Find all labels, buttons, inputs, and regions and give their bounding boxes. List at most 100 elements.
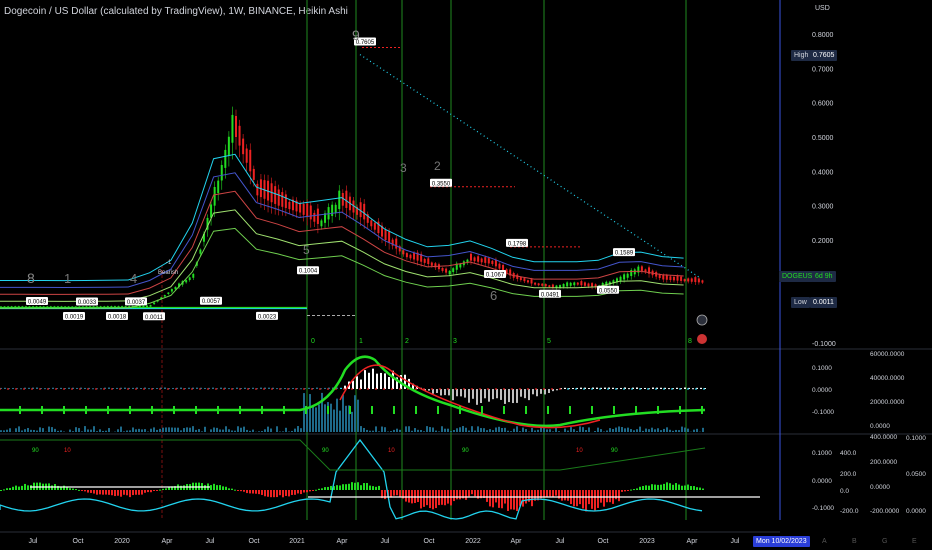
chart-annotation: 5 <box>303 243 310 257</box>
osc2-bar <box>495 490 497 503</box>
candle <box>491 260 494 265</box>
osc1-bar <box>440 389 442 396</box>
osc1-bar <box>220 387 222 389</box>
candle <box>103 306 106 308</box>
volume-bar <box>246 429 248 432</box>
osc1-left-tick: 0.1000 <box>812 365 832 372</box>
volume-bar <box>177 427 179 432</box>
osc1-bar <box>356 376 358 389</box>
volume-bar <box>57 430 59 432</box>
volume-bar <box>531 427 533 432</box>
osc1-bar <box>116 387 118 389</box>
candle <box>288 201 291 210</box>
osc2-bar <box>120 490 122 497</box>
bolt-icon[interactable] <box>696 314 708 326</box>
candle <box>626 273 629 278</box>
candle <box>548 285 551 287</box>
candle <box>487 258 490 264</box>
candle <box>42 306 45 308</box>
candle <box>473 257 476 262</box>
osc1-zero-dot <box>207 388 209 390</box>
candle <box>238 125 241 146</box>
volume-bar <box>381 426 383 432</box>
osc1-bar <box>700 387 702 389</box>
candle <box>320 220 323 227</box>
osc2-bar <box>552 490 554 498</box>
osc2-bar <box>249 490 251 494</box>
osc1-bar <box>68 387 70 389</box>
osc2-bar <box>633 489 635 491</box>
osc1-zero-dot <box>247 388 249 390</box>
volume-bar <box>696 428 698 432</box>
osc1-bar <box>284 387 286 389</box>
x-tick: Oct <box>249 538 260 545</box>
osc2-bar <box>297 490 299 494</box>
volume-bar <box>42 428 44 432</box>
osc1-zero-dot <box>671 388 673 390</box>
osc2-bar <box>678 484 680 490</box>
volume-bar <box>654 429 656 432</box>
osc2-bar <box>27 485 29 490</box>
candle <box>60 306 63 308</box>
candle <box>384 229 387 240</box>
osc1-bar <box>452 389 454 401</box>
osc2-bar <box>666 482 668 490</box>
candle <box>235 115 237 137</box>
osc2-bar <box>423 490 425 507</box>
cycle-mark: 2 <box>405 338 409 345</box>
volume-bar <box>453 430 455 432</box>
volume-bar <box>609 428 611 432</box>
osc1-bar <box>148 388 150 390</box>
osc2-bar <box>108 490 110 495</box>
volume-bar <box>495 427 497 432</box>
osc1-zero-dot <box>439 388 441 390</box>
cycle-mark: 1 <box>359 338 363 345</box>
volume-bar <box>384 427 386 432</box>
osc2-marker: 10 <box>388 448 395 454</box>
osc2-bar <box>24 483 26 490</box>
flag-icon[interactable] <box>697 334 707 344</box>
osc2-bar <box>90 490 92 493</box>
volume-bar <box>537 429 539 432</box>
osc2-bar <box>408 490 410 503</box>
volume-bar <box>414 428 416 432</box>
osc2-bar <box>417 490 419 503</box>
osc2-bar <box>651 484 653 490</box>
volume-bar <box>90 429 92 432</box>
candle <box>413 252 416 260</box>
volume-bar <box>375 426 377 432</box>
osc1-zero-dot <box>231 388 233 390</box>
osc1-zero-dot <box>119 388 121 390</box>
osc2-bar <box>576 490 578 507</box>
candle <box>334 204 337 213</box>
osc1-zero-dot <box>447 388 449 390</box>
candle <box>669 276 672 281</box>
candle <box>10 306 13 308</box>
volume-bar <box>447 428 449 432</box>
volume-bar <box>585 430 587 432</box>
osc2-bar <box>261 490 263 495</box>
osc2-bar <box>138 490 140 495</box>
osc2-bar <box>21 485 23 490</box>
candle <box>459 263 462 268</box>
candle <box>541 283 544 286</box>
candle <box>220 164 223 181</box>
volume-bar <box>432 427 434 432</box>
osc1-bar <box>436 389 438 393</box>
osc2-bar <box>420 490 422 509</box>
volume-bar <box>174 427 176 432</box>
candle <box>477 256 480 262</box>
osc2-right-tick: -200.0000 <box>870 508 900 515</box>
x-tick: Apr <box>337 538 349 545</box>
osc1-zero-dot <box>647 388 649 390</box>
osc2-bar <box>153 490 155 491</box>
ma-ribbon-line <box>0 153 684 282</box>
osc2-bar <box>156 490 158 491</box>
osc1-bar <box>684 387 686 389</box>
candle <box>402 250 405 255</box>
cycle-mark: 5 <box>547 338 551 345</box>
osc1-bar <box>204 387 206 389</box>
volume-bar <box>276 426 278 432</box>
axis-letter: A <box>822 538 827 545</box>
osc1-bar <box>36 387 38 389</box>
